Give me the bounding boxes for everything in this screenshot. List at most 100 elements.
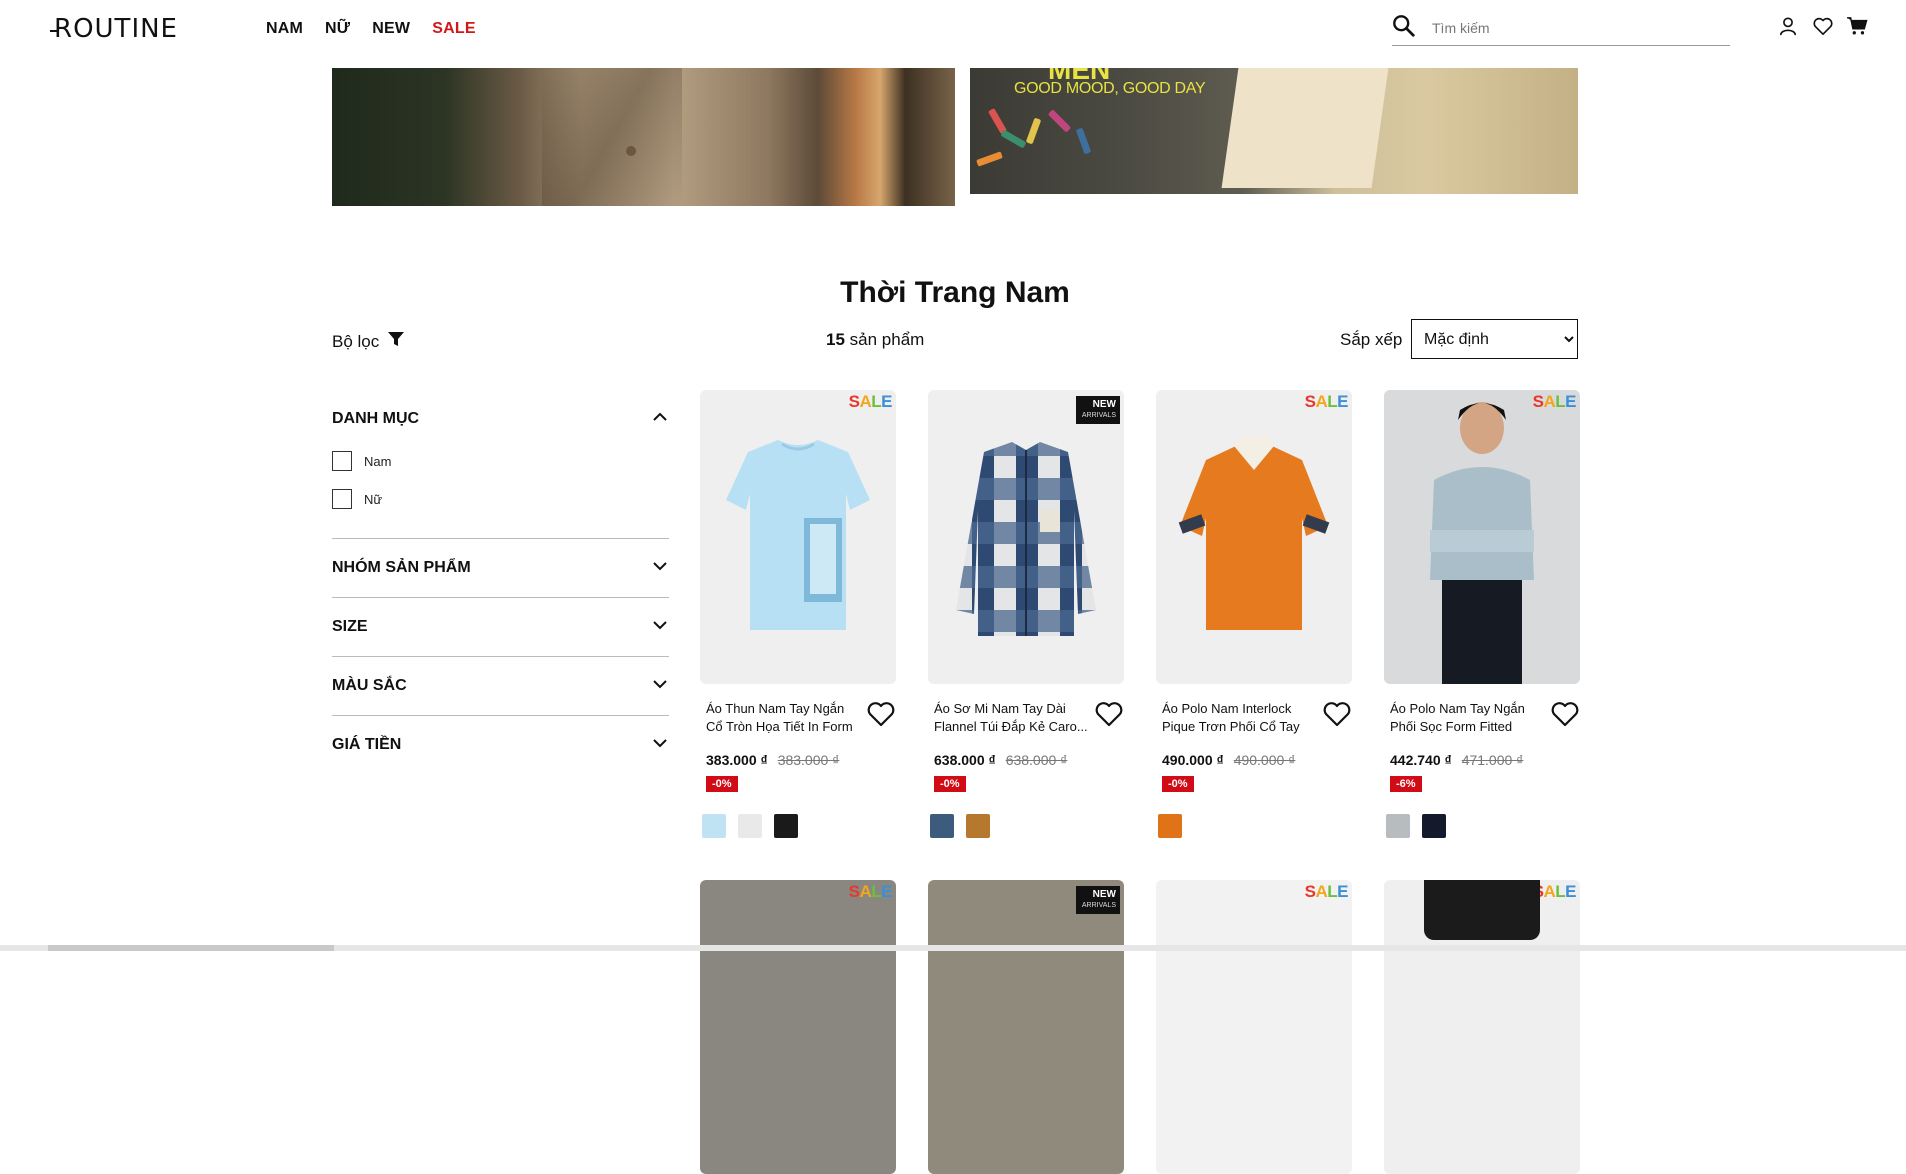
polo-image — [1178, 436, 1330, 630]
heart-icon[interactable] — [1322, 700, 1352, 728]
chevron-up-icon — [651, 408, 669, 431]
color-swatches — [930, 814, 990, 838]
nav-item-sale[interactable]: SALE — [432, 20, 475, 38]
nav-item-nam[interactable]: NAM — [266, 20, 303, 38]
heart-icon[interactable] — [1550, 700, 1580, 728]
product-price: 638.000 ₫ 638.000 ₫ — [934, 752, 1068, 768]
color-swatch[interactable] — [1158, 814, 1182, 838]
tshirt-image — [726, 440, 870, 630]
product-card[interactable]: SALE Áo Polo Nam Tay Ngắn Phối Sọc Form … — [1384, 390, 1580, 838]
sort-label: Sắp xếp — [1340, 330, 1403, 349]
filter-section-nhom-san-pham: NHÓM SẢN PHẨM — [332, 539, 669, 598]
cart-icon[interactable] — [1846, 16, 1868, 38]
filter-section-header[interactable]: NHÓM SẢN PHẨM — [332, 539, 669, 597]
filter-section-mau-sac: MÀU SẮC — [332, 657, 669, 716]
filter-label: Bộ lọc — [332, 331, 380, 351]
hero-banner-left[interactable] — [332, 68, 955, 206]
product-card[interactable]: SALE Áo Thun Nam Tay Ngắn Cổ Tròn Họa Ti… — [700, 390, 896, 838]
product-image[interactable]: SALE — [700, 390, 896, 684]
filter-icon — [387, 330, 405, 353]
color-swatch[interactable] — [774, 814, 798, 838]
product-image[interactable]: SALE — [1384, 390, 1580, 684]
color-swatch[interactable] — [966, 814, 990, 838]
product-card[interactable]: SALE — [1384, 880, 1580, 1174]
heart-icon[interactable] — [866, 700, 896, 728]
filter-section-header[interactable]: MÀU SẮC — [332, 657, 669, 715]
sale-badge: SALE — [848, 392, 893, 411]
user-icon[interactable] — [1778, 16, 1800, 38]
product-count: 15 sản phẩm — [826, 330, 925, 349]
color-swatch[interactable] — [1386, 814, 1410, 838]
product-price: 383.000 ₫ 383.000 ₫ — [706, 752, 840, 768]
sale-badge: SALE — [1304, 392, 1349, 411]
product-name[interactable]: Áo Polo Nam Tay Ngắn Phối Sọc Form Fitte… — [1390, 700, 1546, 736]
site-header: ROUTINE NAM NỮ NEW SALE — [0, 0, 1906, 68]
discount-badge: -0% — [706, 776, 738, 792]
product-image[interactable]: SALE — [1384, 880, 1580, 1174]
filter-section-header[interactable]: DANH MỤC — [332, 396, 669, 442]
product-price: 490.000 ₫ 490.000 ₫ — [1162, 752, 1296, 768]
filter-section-header[interactable]: SIZE — [332, 598, 669, 656]
product-image[interactable]: SALE — [700, 880, 896, 1174]
discount-badge: -6% — [1390, 776, 1422, 792]
product-card[interactable]: SALE — [1156, 880, 1352, 1174]
chevron-down-icon — [651, 734, 669, 757]
new-arrivals-badge: NEW ARRIVALS — [1076, 396, 1120, 424]
logo[interactable]: ROUTINE — [50, 14, 178, 44]
checkbox[interactable] — [332, 489, 352, 509]
product-image[interactable]: NEW ARRIVALS — [928, 390, 1124, 684]
horizontal-scrollbar[interactable] — [0, 945, 1906, 951]
color-swatches — [1386, 814, 1446, 838]
wishlist-icon[interactable] — [1812, 16, 1834, 38]
color-swatches — [1158, 814, 1182, 838]
discount-badge: -0% — [1162, 776, 1194, 792]
header-icons — [1778, 16, 1868, 38]
checkbox[interactable] — [332, 451, 352, 471]
chevron-down-icon — [651, 616, 669, 639]
product-image[interactable]: SALE — [1156, 390, 1352, 684]
product-name[interactable]: Áo Polo Nam Interlock Pique Trơn Phối Cổ… — [1162, 700, 1318, 736]
sort-select[interactable]: Mặc định — [1411, 319, 1578, 359]
banner-tagline: GOOD MOOD, GOOD DAY — [1014, 80, 1206, 97]
product-name[interactable]: Áo Thun Nam Tay Ngắn Cổ Tròn Họa Tiết In… — [706, 700, 862, 736]
filter-section-gia-tien: GIÁ TIỀN — [332, 716, 669, 774]
product-card[interactable]: SALE — [700, 880, 896, 1174]
hero-banner-right[interactable]: MEN GOOD MOOD, GOOD DAY — [970, 68, 1578, 194]
page-title: Thời Trang Nam — [840, 276, 1070, 309]
shirt-image — [956, 442, 1096, 636]
filter-section-size: SIZE — [332, 598, 669, 657]
filter-option-nam[interactable]: Nam — [332, 442, 669, 480]
product-image[interactable]: NEW ARRIVALS — [928, 880, 1124, 1174]
chevron-down-icon — [651, 557, 669, 580]
main-nav: NAM NỮ NEW SALE — [266, 20, 476, 38]
sale-badge: SALE — [1304, 882, 1349, 901]
chevron-down-icon — [651, 675, 669, 698]
color-swatch[interactable] — [930, 814, 954, 838]
color-swatches — [702, 814, 798, 838]
nav-item-new[interactable]: NEW — [372, 20, 410, 38]
scrollbar-thumb[interactable] — [48, 945, 334, 951]
product-card[interactable]: SALE Áo Polo Nam Interlock Pique Trơn Ph… — [1156, 390, 1352, 838]
product-card[interactable]: NEW ARRIVALS — [928, 880, 1124, 1174]
sale-badge: SALE — [1532, 392, 1577, 411]
search-input[interactable] — [1432, 16, 1722, 40]
search-icon[interactable] — [1392, 14, 1418, 40]
new-arrivals-badge: NEW ARRIVALS — [1076, 886, 1120, 914]
filter-section-danh-muc: DANH MỤC Nam Nữ — [332, 396, 669, 539]
filter-section-header[interactable]: GIÁ TIỀN — [332, 716, 669, 774]
search-bar — [1392, 12, 1730, 46]
filter-sidebar: DANH MỤC Nam Nữ NHÓM SẢN PHẨM SIZE MÀU S… — [332, 396, 669, 774]
product-price: 442.740 ₫ 471.000 ₫ — [1390, 752, 1524, 768]
product-name[interactable]: Áo Sơ Mi Nam Tay Dài Flannel Túi Đắp Kẻ … — [934, 700, 1090, 736]
discount-badge: -0% — [934, 776, 966, 792]
model-image — [1430, 402, 1534, 684]
filter-option-nu[interactable]: Nữ — [332, 480, 669, 518]
nav-item-nu[interactable]: NỮ — [325, 20, 350, 38]
filter-toggle[interactable]: Bộ lọc — [332, 330, 405, 353]
color-swatch[interactable] — [1422, 814, 1446, 838]
product-card[interactable]: NEW ARRIVALS Áo Sơ Mi Nam Tay Dài Flannel… — [928, 390, 1124, 838]
heart-icon[interactable] — [1094, 700, 1124, 728]
color-swatch[interactable] — [738, 814, 762, 838]
product-image[interactable]: SALE — [1156, 880, 1352, 1174]
color-swatch[interactable] — [702, 814, 726, 838]
